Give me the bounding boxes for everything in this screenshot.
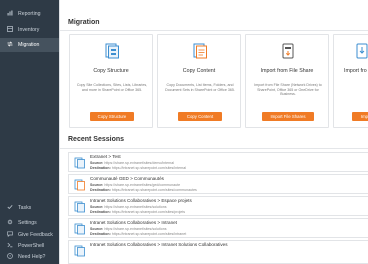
sidebar-item-label: Give Feedback (18, 232, 53, 238)
session-destination: Destination: https://intranet.sp.sharepo… (90, 165, 187, 170)
import-card-partial: Import fro Import (333, 34, 368, 128)
session-destination: Destination: https://intranet.sp.sharepo… (90, 187, 197, 192)
sidebar-item-label: Need Help? (18, 254, 46, 260)
session-row[interactable]: Communauté GED > Communautés Source: htt… (68, 174, 368, 194)
migration-title: Migration (68, 19, 100, 26)
session-icon (74, 179, 85, 191)
session-source: Source: https://share.sp.extranet/sites/… (90, 182, 181, 187)
divider (60, 30, 368, 31)
sidebar-item-label: PowerShell (18, 243, 45, 249)
sidebar-item-help[interactable]: ? Need Help? (0, 250, 59, 264)
import-file-shares-button[interactable]: Import File Shares (262, 112, 314, 121)
tasks-icon (5, 204, 14, 212)
import-button[interactable]: Import (352, 112, 368, 121)
session-icon (74, 223, 85, 235)
copy-content-icon (193, 43, 207, 59)
session-title: Intranet Solutions Collaboratives > Intr… (90, 242, 228, 247)
sidebar-item-inventory[interactable]: Inventory (0, 23, 59, 37)
sidebar-item-migration[interactable]: Migration (0, 38, 59, 52)
session-source: Source: https://share.sp.extranet/sites/… (90, 204, 167, 209)
import-file-share-card: Import from File Share Import from File … (245, 34, 329, 128)
session-title: Intranet Solutions Collaboratives > Intr… (90, 220, 177, 225)
session-icon (74, 201, 85, 213)
inventory-icon (5, 26, 14, 34)
card-description: Copy Site Collections, Sites, Lists, Lib… (76, 83, 148, 92)
sidebar-item-label: Migration (18, 42, 40, 48)
session-title: Extranet > Test (90, 154, 121, 159)
session-row[interactable]: Extranet > Test Source: https://share.sp… (68, 152, 368, 172)
copy-structure-icon (105, 43, 119, 59)
recent-sessions-title: Recent Sessions (68, 136, 125, 143)
powershell-icon (5, 242, 14, 250)
session-source: Source: https://share.sp.extranet/sites/… (90, 160, 175, 165)
main-panel: Migration Copy Structure Copy Site Colle… (59, 0, 368, 264)
session-row[interactable]: Intranet Solutions Collaboratives > Intr… (68, 240, 368, 264)
session-title: Communauté GED > Communautés (90, 176, 164, 181)
copy-structure-card: Copy Structure Copy Site Collections, Si… (69, 34, 153, 128)
sidebar-item-label: Reporting (18, 11, 41, 17)
gear-icon (5, 219, 14, 227)
feedback-icon (5, 231, 14, 239)
help-icon: ? (5, 253, 14, 261)
copy-content-button[interactable]: Copy Content (178, 112, 222, 121)
copy-content-card: Copy Content Copy Documents, List Items,… (157, 34, 241, 128)
session-row[interactable]: Intranet Solutions Collaboratives > Espa… (68, 196, 368, 216)
session-source: Source: https://share.sp.extranet/sites/… (90, 226, 167, 231)
copy-structure-button[interactable]: Copy Structure (90, 112, 134, 121)
session-icon (74, 245, 85, 257)
migration-icon (5, 41, 14, 49)
session-row[interactable]: Intranet Solutions Collaboratives > Intr… (68, 218, 368, 238)
sidebar-item-label: Tasks (18, 205, 32, 211)
divider (60, 148, 368, 149)
session-title: Intranet Solutions Collaboratives > Espa… (90, 198, 192, 203)
card-title: Import fro (344, 68, 367, 74)
file-share-icon (282, 43, 294, 59)
card-description: Import from File Share (Network Drives) … (254, 83, 322, 97)
session-destination: Destination: https://intranet.sp.sharepo… (90, 231, 187, 236)
card-title: Copy Content (182, 68, 216, 74)
session-icon (74, 157, 85, 169)
import-icon (356, 43, 368, 59)
sidebar: Reporting Inventory Migration Tasks Sett… (0, 0, 59, 264)
card-title: Copy Structure (93, 68, 129, 74)
sidebar-item-label: Inventory (18, 27, 40, 33)
card-title: Import from File Share (260, 68, 314, 74)
sidebar-item-label: Settings (18, 220, 37, 226)
card-description: Copy Documents, List Items, Folders, and… (165, 83, 235, 92)
sidebar-item-reporting[interactable]: Reporting (0, 7, 59, 21)
reporting-icon (5, 10, 14, 18)
session-destination: Destination: https://intranet.sp.sharepo… (90, 209, 186, 214)
sidebar-item-tasks[interactable]: Tasks (0, 201, 59, 215)
